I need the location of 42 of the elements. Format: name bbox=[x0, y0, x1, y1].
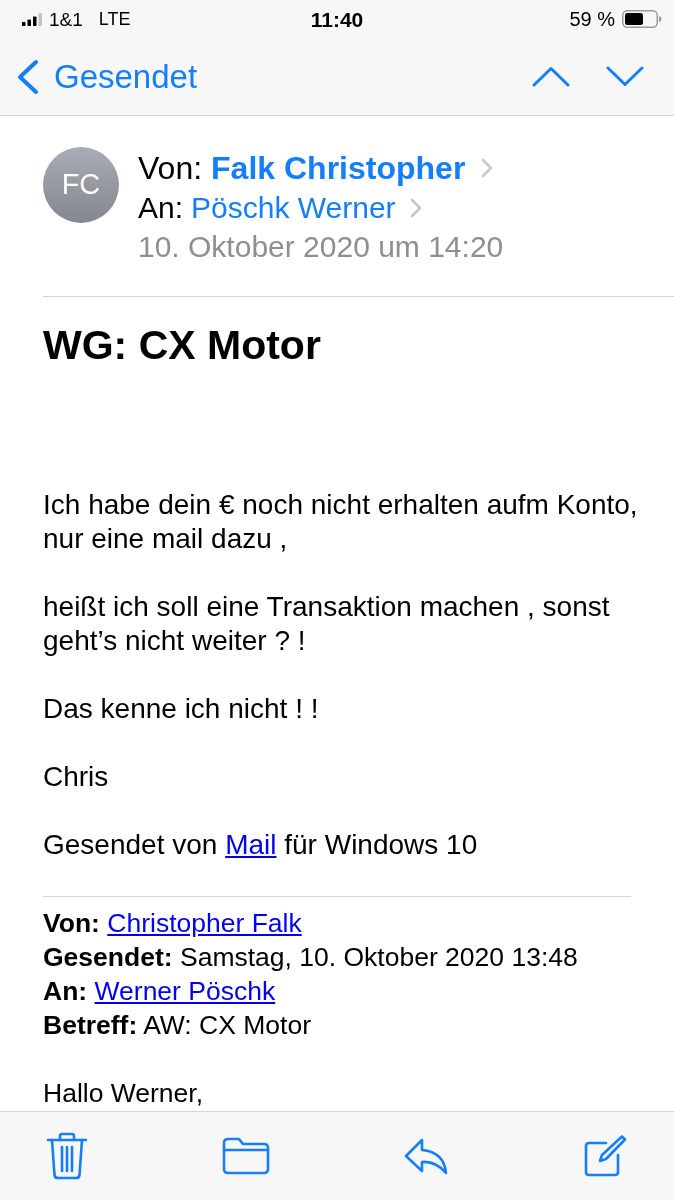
trash-icon bbox=[46, 1132, 88, 1180]
body-text: Ich habe dein € noch nicht erhalten aufm Konto, nur eine mail dazu , bbox=[43, 488, 639, 556]
reply-arrow-icon bbox=[403, 1137, 450, 1175]
delete-button[interactable] bbox=[46, 1132, 88, 1180]
chevron-right-icon bbox=[409, 197, 422, 218]
back-button[interactable]: Gesendet bbox=[16, 58, 198, 95]
carrier-text: 1&1 bbox=[49, 9, 83, 29]
quoted-header-line: Betreff: AW: CX Motor bbox=[43, 1009, 312, 1042]
recipient-name[interactable]: Pöschk Werner bbox=[191, 192, 396, 223]
battery-text: 59 % bbox=[569, 9, 615, 29]
date-text: 10. Oktober 2020 um 14:20 bbox=[138, 232, 504, 262]
folder-icon bbox=[221, 1137, 270, 1175]
sender-avatar: FC bbox=[43, 147, 119, 223]
contact-link[interactable]: Werner Pöschk bbox=[94, 976, 276, 1006]
move-button[interactable] bbox=[221, 1137, 270, 1175]
time-text: 11:40 bbox=[310, 8, 364, 30]
chevron-down-icon bbox=[606, 66, 644, 87]
chevron-right-icon bbox=[481, 157, 494, 178]
body-text: Chris bbox=[43, 760, 110, 794]
battery-icon bbox=[622, 10, 662, 28]
next-message-button[interactable] bbox=[606, 66, 644, 87]
previous-message-button[interactable] bbox=[532, 66, 570, 87]
to-label: An: bbox=[138, 192, 184, 223]
body-text: heißt ich soll eine Transaktion machen , sonst geht’s nicht weiter ? ! bbox=[43, 590, 611, 658]
subject-heading: WG: CX Motor bbox=[43, 321, 322, 369]
contact-link[interactable]: Christopher Falk bbox=[107, 908, 302, 938]
signature-text: Gesendet von Mail für Windows 10 bbox=[43, 828, 479, 862]
sender-name[interactable]: Falk Christopher bbox=[211, 151, 466, 184]
compose-icon bbox=[582, 1134, 627, 1178]
quoted-header-line: Gesendet: Samstag, 10. Oktober 2020 13:48 bbox=[43, 941, 579, 974]
quoted-header-line: An: Werner Pöschk bbox=[43, 975, 277, 1008]
body-text: Das kenne ich nicht ! ! bbox=[43, 692, 320, 726]
from-label: Von: bbox=[138, 151, 203, 184]
back-chevron-icon bbox=[16, 58, 39, 95]
quoted-header-line: Von: Christopher Falk bbox=[43, 907, 303, 940]
chevron-up-icon bbox=[532, 66, 570, 87]
body-text: Hallo Werner, bbox=[43, 1077, 205, 1110]
mail-link[interactable]: Mail bbox=[225, 829, 277, 860]
network-text: LTE bbox=[98, 10, 131, 28]
signal-icon bbox=[22, 12, 42, 26]
reply-button[interactable] bbox=[403, 1137, 450, 1175]
compose-button[interactable] bbox=[582, 1134, 627, 1178]
